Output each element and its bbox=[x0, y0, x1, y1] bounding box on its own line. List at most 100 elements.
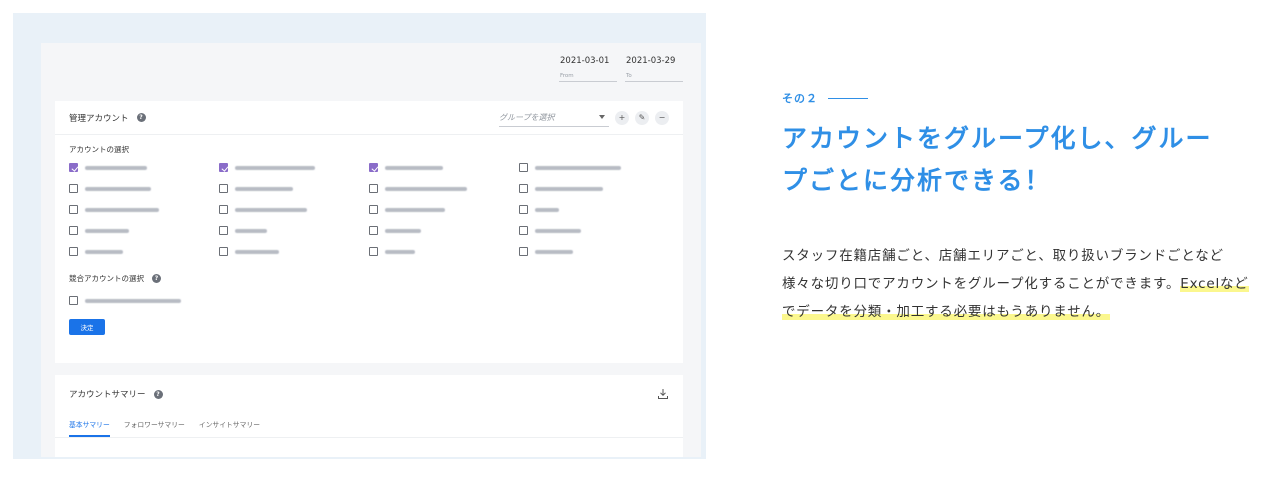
tab-insight-summary[interactable]: インサイトサマリー bbox=[199, 419, 260, 437]
feature-number: その２ bbox=[782, 92, 818, 105]
checkbox[interactable] bbox=[69, 205, 78, 214]
account-item[interactable] bbox=[219, 203, 369, 216]
tab-follower-summary[interactable]: フォロワーサマリー bbox=[124, 419, 185, 437]
date-from-field[interactable]: 2021-03-01 From bbox=[559, 55, 617, 82]
help-icon[interactable]: ? bbox=[152, 274, 161, 283]
body-text: スタッフ在籍店舗ごと、店舗エリアごと、取り扱いブランドごとなど様々な切り口でアカ… bbox=[782, 248, 1224, 292]
screenshot-frame: 2021-03-01 From 2021-03-29 To 管理アカウント ? … bbox=[13, 13, 706, 459]
checkbox[interactable] bbox=[519, 205, 528, 214]
blurred-account-name bbox=[235, 249, 279, 254]
account-item[interactable] bbox=[519, 203, 669, 216]
checkbox[interactable] bbox=[369, 205, 378, 214]
account-item[interactable] bbox=[219, 245, 369, 258]
checkbox[interactable] bbox=[219, 247, 228, 256]
checkbox[interactable] bbox=[219, 205, 228, 214]
account-item[interactable] bbox=[219, 224, 369, 237]
app-window: 2021-03-01 From 2021-03-29 To 管理アカウント ? … bbox=[41, 43, 701, 457]
managed-accounts-title: 管理アカウント bbox=[69, 113, 129, 124]
checkbox-checked[interactable] bbox=[69, 163, 78, 172]
checkbox[interactable] bbox=[519, 226, 528, 235]
account-item[interactable] bbox=[369, 224, 519, 237]
account-item[interactable] bbox=[369, 203, 519, 216]
page: 2021-03-01 From 2021-03-29 To 管理アカウント ? … bbox=[0, 0, 1280, 484]
date-from-label: From bbox=[560, 73, 574, 79]
group-tools: グループを選択 + ✎ − bbox=[499, 109, 669, 127]
checkbox[interactable] bbox=[369, 184, 378, 193]
group-select[interactable]: グループを選択 bbox=[499, 109, 609, 127]
account-item[interactable] bbox=[69, 161, 219, 174]
checkbox[interactable] bbox=[369, 247, 378, 256]
checkbox[interactable] bbox=[219, 226, 228, 235]
competitor-select-header: 競合アカウントの選択 ? bbox=[55, 273, 683, 284]
checkbox[interactable] bbox=[219, 184, 228, 193]
blurred-account-name bbox=[235, 186, 293, 191]
account-item[interactable] bbox=[519, 245, 669, 258]
blurred-account-name bbox=[535, 165, 621, 170]
account-item[interactable] bbox=[369, 245, 519, 258]
remove-group-button[interactable]: − bbox=[655, 110, 669, 125]
blurred-account-name bbox=[235, 165, 315, 170]
blurred-account-name bbox=[385, 249, 415, 254]
edit-group-button[interactable]: ✎ bbox=[635, 110, 649, 125]
account-item[interactable] bbox=[519, 224, 669, 237]
account-item[interactable] bbox=[69, 203, 219, 216]
date-to-field[interactable]: 2021-03-29 To bbox=[625, 55, 683, 82]
feature-body: スタッフ在籍店舗ごと、店舗エリアごと、取り扱いブランドごとなど様々な切り口でアカ… bbox=[782, 242, 1252, 326]
date-range: 2021-03-01 From 2021-03-29 To bbox=[559, 55, 683, 82]
account-item[interactable] bbox=[519, 161, 669, 174]
account-item[interactable] bbox=[219, 182, 369, 195]
kicker-line bbox=[828, 97, 868, 99]
account-item[interactable] bbox=[69, 224, 219, 237]
blurred-account-name bbox=[85, 298, 181, 303]
blurred-account-name bbox=[385, 207, 445, 212]
blurred-account-name bbox=[385, 186, 467, 191]
date-to-label: To bbox=[626, 73, 632, 79]
account-item[interactable] bbox=[219, 161, 369, 174]
add-group-button[interactable]: + bbox=[615, 110, 629, 125]
blurred-account-name bbox=[535, 249, 573, 254]
blurred-account-name bbox=[235, 228, 267, 233]
date-from-value: 2021-03-01 bbox=[560, 56, 610, 66]
account-select-label: アカウントの選択 bbox=[69, 145, 129, 154]
competitor-account-item[interactable] bbox=[55, 294, 683, 307]
managed-accounts-header: 管理アカウント ? グループを選択 + ✎ − bbox=[55, 101, 683, 135]
blurred-account-name bbox=[535, 228, 581, 233]
account-item[interactable] bbox=[519, 182, 669, 195]
competitor-select-label: 競合アカウントの選択 bbox=[69, 274, 144, 283]
checkbox[interactable] bbox=[69, 226, 78, 235]
download-icon[interactable] bbox=[657, 388, 669, 400]
managed-accounts-card: 管理アカウント ? グループを選択 + ✎ − アカウントの選択 競合アカウント… bbox=[55, 101, 683, 363]
checkbox[interactable] bbox=[519, 247, 528, 256]
date-to-value: 2021-03-29 bbox=[626, 56, 676, 66]
feature-description: その２ アカウントをグループ化し、グルー プごとに分析できる！ スタッフ在籍店舗… bbox=[782, 90, 1252, 326]
blurred-account-name bbox=[85, 186, 151, 191]
feature-kicker: その２ bbox=[782, 90, 1252, 106]
help-icon[interactable]: ? bbox=[153, 389, 163, 399]
checkbox[interactable] bbox=[369, 226, 378, 235]
account-summary-card: アカウントサマリー ? 基本サマリー フォロワーサマリー インサイトサマリー bbox=[55, 375, 683, 457]
checkbox[interactable] bbox=[69, 184, 78, 193]
account-summary-title: アカウントサマリー bbox=[69, 390, 146, 400]
checkbox[interactable] bbox=[69, 296, 78, 305]
headline-line-1: アカウントをグループ化し、グルー bbox=[782, 124, 1213, 153]
checkbox[interactable] bbox=[519, 184, 528, 193]
checkbox[interactable] bbox=[69, 247, 78, 256]
account-item[interactable] bbox=[369, 182, 519, 195]
feature-headline: アカウントをグループ化し、グルー プごとに分析できる！ bbox=[782, 118, 1252, 202]
blurred-account-name bbox=[535, 186, 603, 191]
summary-tabs: 基本サマリー フォロワーサマリー インサイトサマリー bbox=[55, 419, 683, 438]
caret-down-icon bbox=[599, 115, 605, 119]
checkbox-checked[interactable] bbox=[369, 163, 378, 172]
help-icon[interactable]: ? bbox=[136, 113, 146, 122]
blurred-account-name bbox=[85, 228, 129, 233]
account-item[interactable] bbox=[69, 245, 219, 258]
account-item[interactable] bbox=[69, 182, 219, 195]
decide-button[interactable]: 決定 bbox=[69, 319, 105, 335]
blurred-account-name bbox=[85, 249, 123, 254]
checkbox-checked[interactable] bbox=[219, 163, 228, 172]
checkbox[interactable] bbox=[519, 163, 528, 172]
blurred-account-name bbox=[235, 207, 307, 212]
tab-basic-summary[interactable]: 基本サマリー bbox=[69, 419, 110, 437]
account-checkbox-grid bbox=[55, 161, 683, 258]
account-item[interactable] bbox=[369, 161, 519, 174]
